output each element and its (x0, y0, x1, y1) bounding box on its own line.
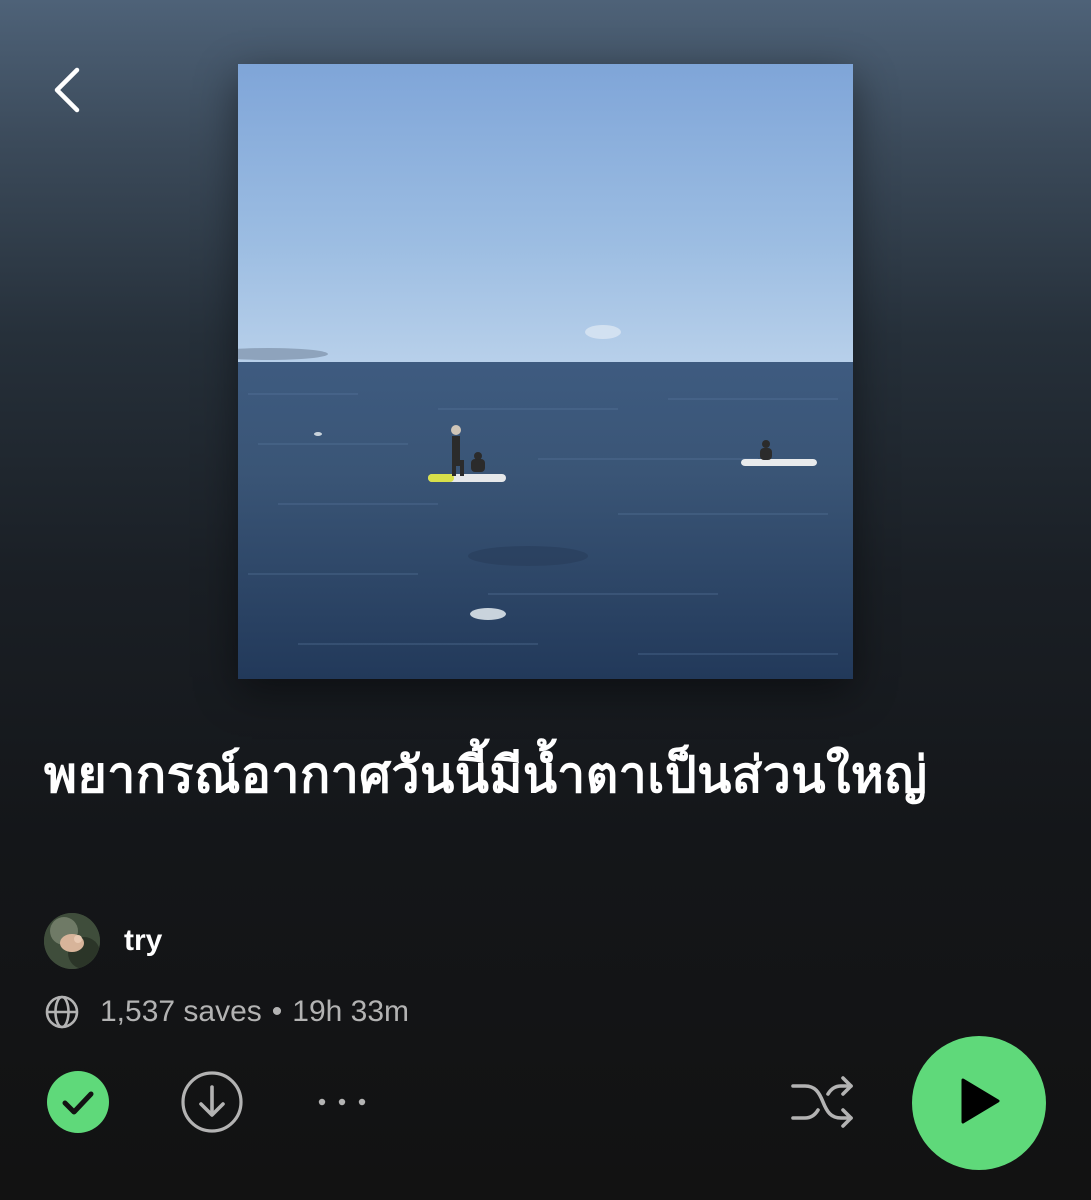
playlist-cover-image (238, 64, 853, 679)
owner-row[interactable]: try (44, 913, 162, 969)
shuffle-icon (789, 1074, 857, 1135)
download-icon (180, 1070, 244, 1139)
chevron-left-icon (51, 67, 81, 118)
back-button[interactable] (36, 62, 96, 122)
saves-count: 1,537 saves (100, 995, 262, 1028)
playlist-title: พยากรณ์อากาศวันนี้มีน้ำตาเป็นส่วนใหญ่ (44, 746, 928, 804)
avatar[interactable] (44, 913, 100, 969)
playlist-meta: 1,537 saves • 19h 33m (44, 990, 409, 1034)
shuffle-button[interactable] (788, 1072, 858, 1136)
download-button[interactable] (180, 1070, 244, 1139)
playlist-duration: 19h 33m (292, 995, 410, 1028)
more-horizontal-icon (314, 1095, 370, 1113)
play-icon (957, 1077, 1001, 1130)
globe-icon (44, 994, 80, 1030)
owner-name[interactable]: try (124, 924, 162, 958)
play-button[interactable] (912, 1036, 1046, 1170)
more-options-button[interactable] (310, 1080, 374, 1128)
check-circle-icon (46, 1070, 110, 1139)
meta-separator: • (271, 995, 283, 1028)
saved-button[interactable] (46, 1070, 110, 1139)
action-bar (0, 1036, 1091, 1170)
